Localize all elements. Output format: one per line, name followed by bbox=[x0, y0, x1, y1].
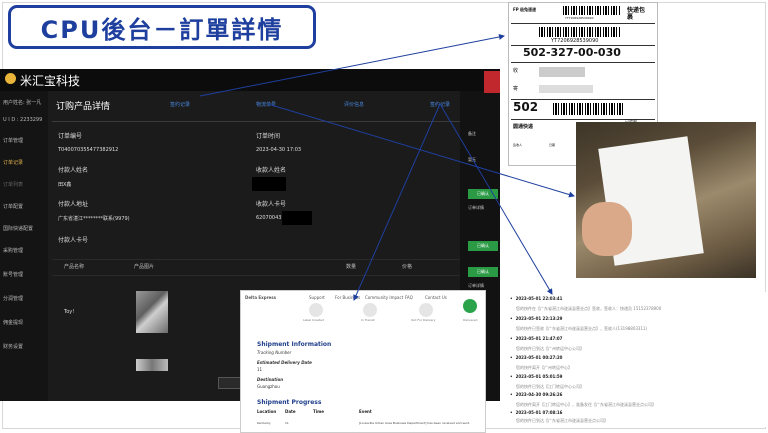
arrow-to-log bbox=[439, 103, 553, 295]
arrow-to-label bbox=[199, 34, 505, 97]
callout-arrows bbox=[199, 34, 575, 301]
arrow-to-photo bbox=[267, 103, 575, 198]
